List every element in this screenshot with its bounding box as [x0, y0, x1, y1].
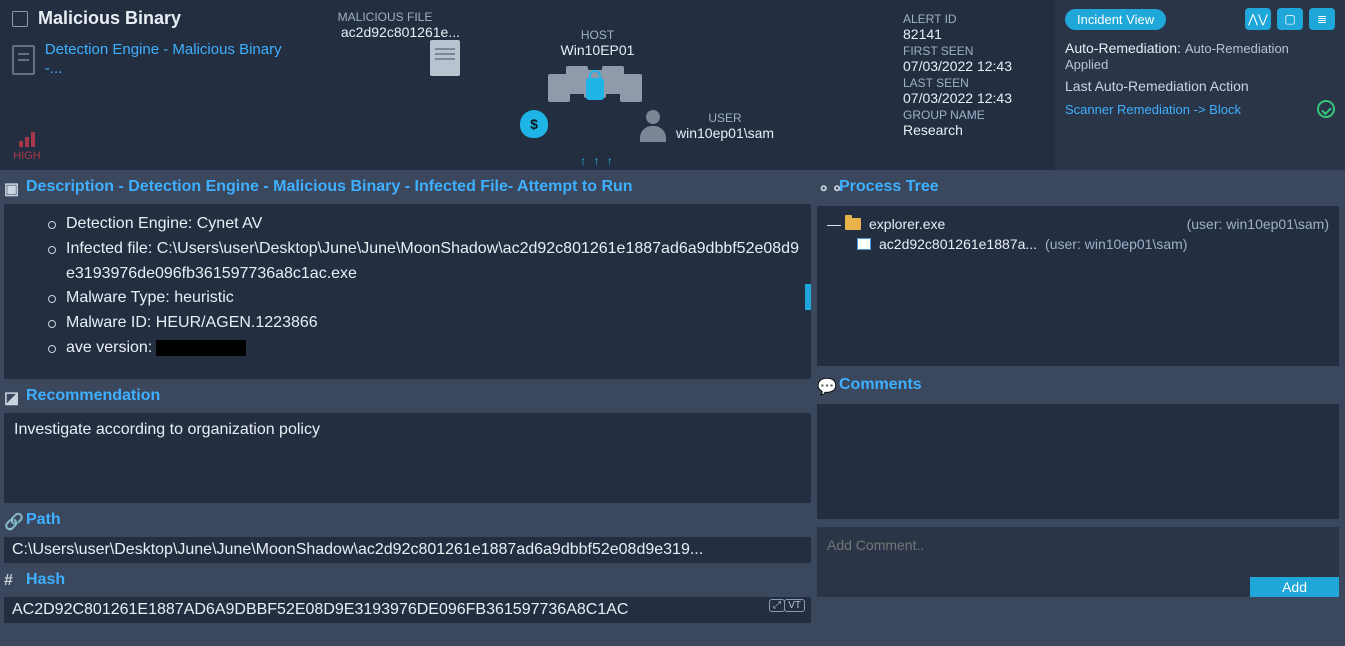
- activity-icon[interactable]: ⋀⋁: [1245, 8, 1271, 30]
- clipboard-icon[interactable]: ▢: [1277, 8, 1303, 30]
- recommendation-icon: ◪: [4, 388, 20, 404]
- severity-label: HIGH: [13, 150, 41, 162]
- detection-link[interactable]: Detection Engine - Malicious Binary -...: [45, 41, 288, 79]
- path-value: C:\Users\user\Desktop\June\June\MoonShad…: [4, 537, 811, 563]
- comment-input[interactable]: [817, 527, 1339, 577]
- first-seen-value: 07/03/2022 12:43: [903, 58, 1047, 74]
- description-card: Detection Engine: Cynet AV Infected file…: [4, 204, 811, 379]
- viz-user: USER win10ep01\sam: [640, 110, 774, 142]
- incident-view-button[interactable]: Incident View: [1065, 9, 1166, 30]
- auto-remediation-label: Auto-Remediation:: [1065, 40, 1181, 56]
- comments-header: Comments: [839, 376, 922, 394]
- folder-icon: [845, 218, 861, 230]
- alert-meta: ALERT ID 82141 FIRST SEEN 07/03/2022 12:…: [895, 0, 1055, 170]
- add-comment-box: Add: [817, 527, 1339, 597]
- severity-indicator: HIGH: [12, 131, 42, 162]
- recommendation-card: Investigate according to organization po…: [4, 413, 811, 503]
- process-tree-card: — explorer.exe (user: win10ep01\sam) ac2…: [817, 206, 1339, 366]
- viz-host-label: HOST: [548, 28, 648, 42]
- add-comment-button[interactable]: Add: [1250, 577, 1339, 597]
- process-icon: [857, 238, 871, 250]
- alert-select-checkbox[interactable]: [12, 11, 28, 27]
- header-left-panel: Malicious Binary Detection Engine - Mali…: [0, 0, 300, 170]
- viz-malicious-file: MALICIOUS FILE ac2d92c801261e...: [310, 10, 460, 76]
- expand-viz-button[interactable]: ↑ ↑ ↑: [580, 154, 615, 168]
- virustotal-badge[interactable]: VT: [784, 599, 805, 612]
- comments-card: [817, 404, 1339, 519]
- viz-file-label: MALICIOUS FILE: [310, 10, 460, 24]
- desc-item: Detection Engine: Cynet AV: [66, 212, 801, 237]
- lock-icon: [586, 78, 604, 100]
- first-seen-label: FIRST SEEN: [903, 44, 1047, 58]
- desc-item: Infected file: C:\Users\user\Desktop\Jun…: [66, 237, 801, 287]
- remediation-panel: Incident View ⋀⋁ ▢ ≣ Auto-Remediation: A…: [1055, 0, 1345, 170]
- last-seen-label: LAST SEEN: [903, 76, 1047, 90]
- hash-icon: #: [4, 572, 20, 588]
- tree-child-user: (user: win10ep01\sam): [1045, 236, 1187, 252]
- path-header: Path: [26, 511, 61, 529]
- side-column: ⚬⚬ Process Tree — explorer.exe (user: wi…: [815, 170, 1345, 646]
- hash-expand-icon[interactable]: ⤢: [769, 599, 785, 612]
- hash-header: Hash: [26, 571, 65, 589]
- tree-child-name: ac2d92c801261e1887a...: [879, 236, 1037, 252]
- tree-row-root[interactable]: — explorer.exe (user: win10ep01\sam): [827, 214, 1329, 234]
- viz-user-name: win10ep01\sam: [676, 125, 774, 141]
- process-tree-icon: ⚬⚬: [817, 179, 833, 195]
- redacted-value: [156, 340, 246, 356]
- document-icon: [12, 45, 35, 75]
- alert-title: Malicious Binary: [38, 8, 181, 29]
- desc-item: Malware ID: HEUR/AGEN.1223866: [66, 311, 801, 336]
- severity-bars-icon: [19, 131, 35, 147]
- viz-host-name: Win10EP01: [548, 42, 648, 58]
- comments-icon: 💬: [817, 377, 833, 393]
- group-value: Research: [903, 122, 1047, 138]
- tree-root-name: explorer.exe: [869, 216, 945, 232]
- alert-id-label: ALERT ID: [903, 12, 1047, 26]
- file-icon: [430, 40, 460, 76]
- attack-visualization: MALICIOUS FILE ac2d92c801261e... HOST Wi…: [300, 0, 895, 170]
- desc-item: ave version:: [66, 336, 801, 361]
- process-tree-header: Process Tree: [839, 178, 939, 196]
- locked-files-icon: [548, 66, 648, 126]
- success-icon: [1317, 100, 1335, 118]
- list-icon[interactable]: ≣: [1309, 8, 1335, 30]
- hash-value: AC2D92C801261E1887AD6A9DBBF52E08D9E31939…: [4, 597, 811, 623]
- desc-item: Malware Type: heuristic: [66, 286, 801, 311]
- recommendation-text: Investigate according to organization po…: [14, 421, 320, 438]
- tree-root-user: (user: win10ep01\sam): [1187, 216, 1329, 232]
- viz-host: HOST Win10EP01: [548, 28, 648, 126]
- recommendation-header: Recommendation: [26, 387, 160, 405]
- alert-header: Malicious Binary Detection Engine - Mali…: [0, 0, 1345, 170]
- viz-file-name: ac2d92c801261e...: [341, 24, 460, 40]
- group-label: GROUP NAME: [903, 108, 1047, 122]
- description-header: Description - Detection Engine - Malicio…: [26, 178, 633, 196]
- last-action-link[interactable]: Scanner Remediation -> Block: [1065, 102, 1241, 117]
- tree-row-child[interactable]: ac2d92c801261e1887a... (user: win10ep01\…: [827, 234, 1329, 254]
- viz-user-label: USER: [676, 111, 774, 125]
- user-icon: [640, 110, 666, 142]
- last-action-label: Last Auto-Remediation Action: [1065, 78, 1335, 94]
- description-icon: ▣: [4, 179, 20, 195]
- tree-collapse-icon[interactable]: —: [827, 216, 837, 232]
- alert-id-value: 82141: [903, 26, 1047, 42]
- path-icon: 🔗: [4, 512, 20, 528]
- details-column: ▣ Description - Detection Engine - Malic…: [0, 170, 815, 646]
- last-seen-value: 07/03/2022 12:43: [903, 90, 1047, 106]
- ransom-icon: $: [520, 110, 548, 138]
